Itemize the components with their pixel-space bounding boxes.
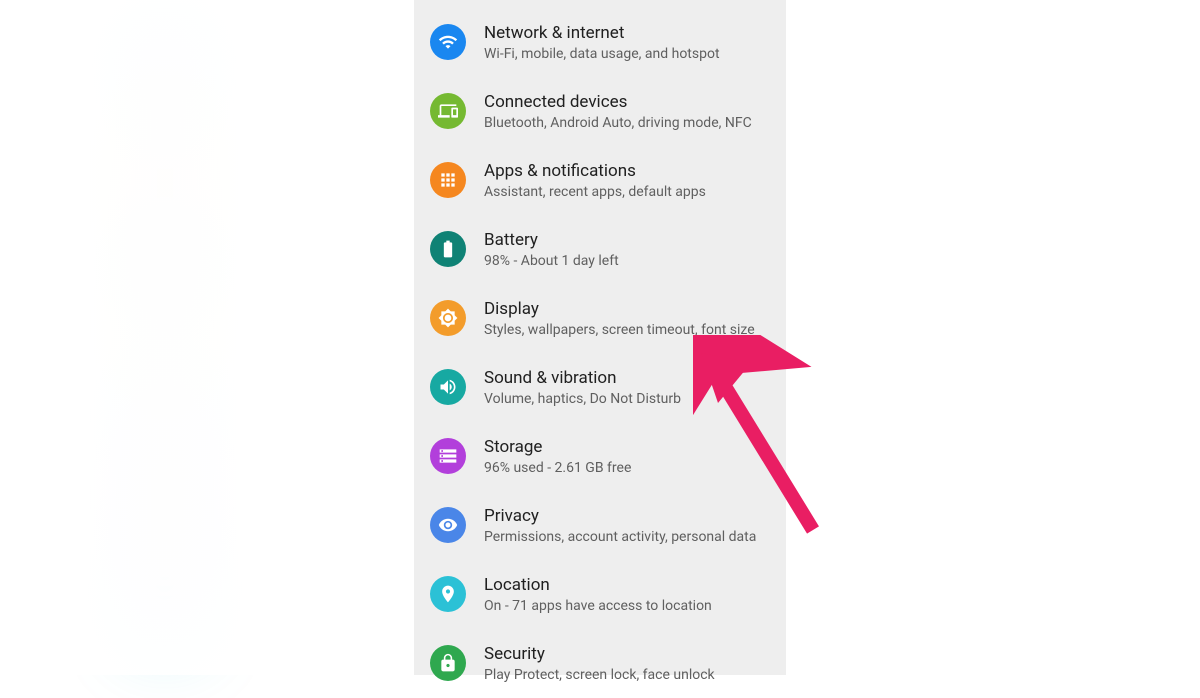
- item-title: Connected devices: [484, 91, 772, 113]
- item-text: Battery 98% - About 1 day left: [484, 229, 772, 270]
- settings-item-network-internet[interactable]: Network & internet Wi-Fi, mobile, data u…: [414, 0, 786, 77]
- item-text: Location On - 71 apps have access to loc…: [484, 574, 772, 615]
- item-subtitle: Play Protect, screen lock, face unlock: [484, 666, 772, 684]
- display-icon: [430, 300, 466, 336]
- settings-item-location[interactable]: Location On - 71 apps have access to loc…: [414, 560, 786, 629]
- devices-icon: [430, 93, 466, 129]
- settings-item-display[interactable]: Display Styles, wallpapers, screen timeo…: [414, 284, 786, 353]
- settings-item-apps-notifications[interactable]: Apps & notifications Assistant, recent a…: [414, 146, 786, 215]
- wifi-icon: [430, 24, 466, 60]
- item-subtitle: Bluetooth, Android Auto, driving mode, N…: [484, 114, 772, 132]
- item-subtitle: 98% - About 1 day left: [484, 252, 772, 270]
- item-title: Location: [484, 574, 772, 596]
- item-title: Display: [484, 298, 772, 320]
- item-title: Battery: [484, 229, 772, 251]
- item-text: Network & internet Wi-Fi, mobile, data u…: [484, 22, 772, 63]
- item-title: Storage: [484, 436, 772, 458]
- storage-icon: [430, 438, 466, 474]
- item-title: Privacy: [484, 505, 772, 527]
- item-subtitle: Wi-Fi, mobile, data usage, and hotspot: [484, 45, 772, 63]
- privacy-icon: [430, 507, 466, 543]
- item-title: Network & internet: [484, 22, 772, 44]
- item-text: Apps & notifications Assistant, recent a…: [484, 160, 772, 201]
- settings-item-privacy[interactable]: Privacy Permissions, account activity, p…: [414, 491, 786, 560]
- apps-icon: [430, 162, 466, 198]
- item-text: Sound & vibration Volume, haptics, Do No…: [484, 367, 772, 408]
- item-text: Display Styles, wallpapers, screen timeo…: [484, 298, 772, 339]
- battery-icon: [430, 231, 466, 267]
- item-subtitle: 96% used - 2.61 GB free: [484, 459, 772, 477]
- item-subtitle: Styles, wallpapers, screen timeout, font…: [484, 321, 772, 339]
- item-subtitle: On - 71 apps have access to location: [484, 597, 772, 615]
- settings-item-storage[interactable]: Storage 96% used - 2.61 GB free: [414, 422, 786, 491]
- settings-item-security[interactable]: Security Play Protect, screen lock, face…: [414, 629, 786, 698]
- item-subtitle: Assistant, recent apps, default apps: [484, 183, 772, 201]
- settings-item-connected-devices[interactable]: Connected devices Bluetooth, Android Aut…: [414, 77, 786, 146]
- item-subtitle: Permissions, account activity, personal …: [484, 528, 772, 546]
- settings-item-sound-vibration[interactable]: Sound & vibration Volume, haptics, Do No…: [414, 353, 786, 422]
- settings-item-battery[interactable]: Battery 98% - About 1 day left: [414, 215, 786, 284]
- item-subtitle: Volume, haptics, Do Not Disturb: [484, 390, 772, 408]
- item-title: Sound & vibration: [484, 367, 772, 389]
- sound-icon: [430, 369, 466, 405]
- item-text: Connected devices Bluetooth, Android Aut…: [484, 91, 772, 132]
- item-title: Apps & notifications: [484, 160, 772, 182]
- security-icon: [430, 645, 466, 681]
- item-title: Security: [484, 643, 772, 665]
- item-text: Security Play Protect, screen lock, face…: [484, 643, 772, 684]
- location-icon: [430, 576, 466, 612]
- item-text: Privacy Permissions, account activity, p…: [484, 505, 772, 546]
- settings-panel: Network & internet Wi-Fi, mobile, data u…: [414, 0, 786, 675]
- item-text: Storage 96% used - 2.61 GB free: [484, 436, 772, 477]
